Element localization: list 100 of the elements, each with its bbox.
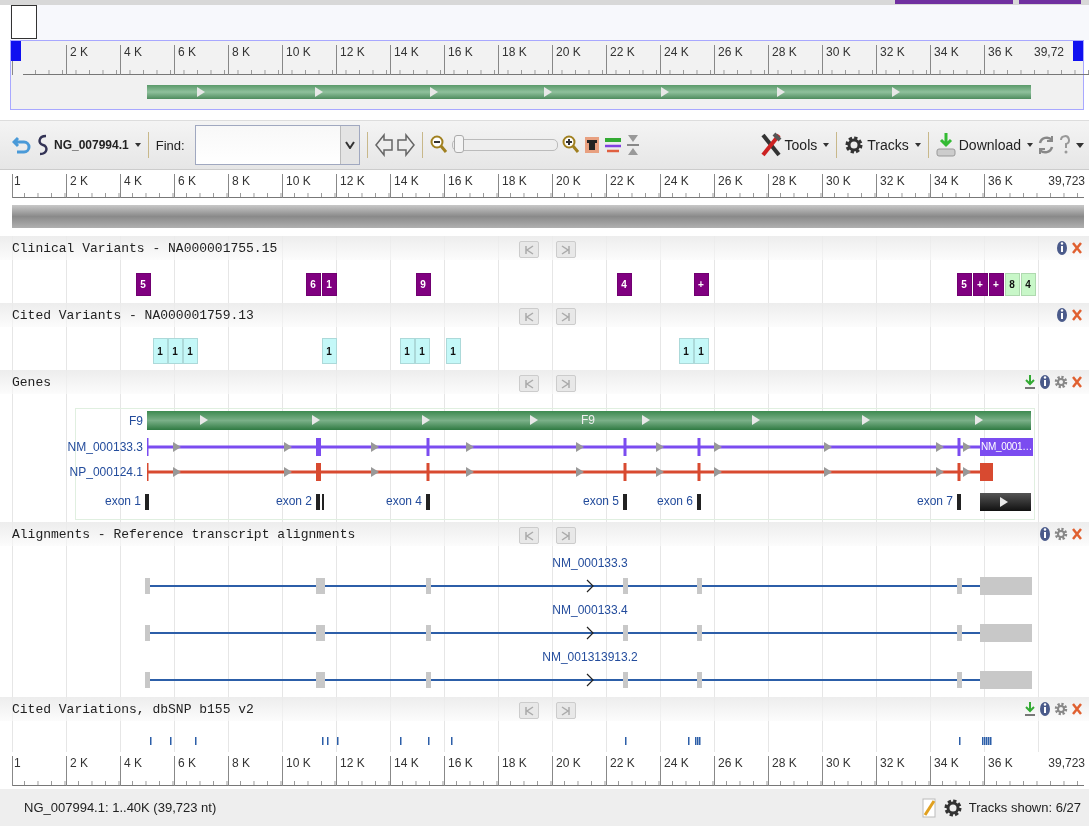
exon-label: exon 2 xyxy=(275,494,312,508)
exon-block[interactable] xyxy=(980,493,1031,511)
ruler-label: 39,723 xyxy=(1047,174,1085,188)
variant-marker[interactable]: 9 xyxy=(415,273,431,296)
arrow-icon xyxy=(752,415,760,425)
previous-button[interactable] xyxy=(519,308,539,325)
ruler-label: 26 K xyxy=(717,756,743,770)
skip-back-icon xyxy=(524,311,534,322)
variant-marker[interactable]: 1 xyxy=(445,338,461,364)
ruler-label: 6 K xyxy=(177,174,196,188)
ruler-label: 8 K xyxy=(231,45,250,59)
close-icon[interactable] xyxy=(1071,374,1083,390)
ruler-label: 4 K xyxy=(123,756,142,770)
next-button[interactable] xyxy=(556,527,576,544)
transcript-drawing[interactable] xyxy=(147,437,980,457)
variant-marker[interactable]: + xyxy=(972,273,988,296)
variant-marker[interactable]: 5 xyxy=(135,273,151,296)
arrow-icon xyxy=(1000,497,1008,507)
close-icon[interactable] xyxy=(1071,526,1083,542)
zoom-out-icon[interactable] xyxy=(429,135,448,155)
ruler-label: 22 K xyxy=(609,45,635,59)
info-icon[interactable] xyxy=(1039,526,1051,542)
track-title: Genes xyxy=(12,374,51,390)
track-title: Alignments - Reference transcript alignments xyxy=(12,526,356,542)
previous-button[interactable] xyxy=(519,702,539,719)
exon-label: exon 4 xyxy=(385,494,422,508)
arrow-icon xyxy=(312,415,320,425)
alignment-label[interactable]: NM_000133.4 xyxy=(490,603,690,617)
protein-label[interactable]: NP_000124.1 xyxy=(69,462,143,482)
ruler-label: 24 K xyxy=(663,45,689,59)
ruler-label: 28 K xyxy=(771,756,797,770)
ruler-label: 6 K xyxy=(177,45,196,59)
collapse-icon[interactable] xyxy=(625,134,640,156)
pan-left-button[interactable] xyxy=(374,133,393,157)
ruler-label: 12 K xyxy=(339,174,365,188)
variant-marker[interactable]: 5 xyxy=(956,273,972,296)
zoom-in-icon[interactable] xyxy=(561,135,580,155)
sequence-menu[interactable]: NG_007994.1 xyxy=(54,138,141,152)
info-icon[interactable] xyxy=(1039,374,1051,390)
ruler-label: 24 K xyxy=(663,756,689,770)
ruler-label: 2 K xyxy=(69,45,88,59)
variant-marker[interactable]: 1 xyxy=(321,273,337,296)
alignment-label[interactable]: NM_001313913.2 xyxy=(490,650,690,664)
variant-marker[interactable]: + xyxy=(693,273,709,296)
ruler-label: 14 K xyxy=(393,45,419,59)
arrow-icon xyxy=(314,87,323,97)
toolbar-menu[interactable]: Tools xyxy=(759,132,830,158)
toolbar-menu[interactable]: Tracks xyxy=(844,134,921,156)
close-icon[interactable] xyxy=(1071,307,1083,323)
caret-icon[interactable] xyxy=(1075,140,1085,150)
toolbar-menu[interactable]: Download xyxy=(935,132,1033,158)
ruler-label: 16 K xyxy=(447,756,473,770)
arrow-icon xyxy=(422,415,430,425)
ruler-label: 36 K xyxy=(987,756,1013,770)
chain-icon[interactable] xyxy=(36,133,50,157)
alignment-label[interactable]: NM_000133.3 xyxy=(490,556,690,570)
ruler-label: 10 K xyxy=(285,174,311,188)
pan-right-button[interactable] xyxy=(396,133,415,157)
variant-marker[interactable]: 4 xyxy=(1020,273,1036,296)
alignment-drawing[interactable] xyxy=(145,576,1035,596)
variant-marker[interactable]: 4 xyxy=(616,273,632,296)
variant-marker[interactable]: + xyxy=(988,273,1004,296)
variant-marker[interactable]: 1 xyxy=(321,338,337,364)
ruler-label: 4 K xyxy=(123,174,142,188)
download-icon[interactable] xyxy=(1024,374,1036,390)
previous-button[interactable] xyxy=(519,375,539,392)
variant-marker[interactable]: 1 xyxy=(399,338,415,364)
alignment-drawing[interactable] xyxy=(145,623,1035,643)
next-button[interactable] xyxy=(556,241,576,258)
next-button[interactable] xyxy=(556,702,576,719)
gene-label[interactable]: F9 xyxy=(129,411,143,431)
variant-marker[interactable]: 8 xyxy=(1004,273,1020,296)
ruler-label: 18 K xyxy=(501,45,527,59)
next-button[interactable] xyxy=(556,375,576,392)
alignment-drawing[interactable] xyxy=(145,670,1035,690)
skip-forward-icon xyxy=(561,311,571,322)
ruler-label: 26 K xyxy=(717,45,743,59)
info-icon[interactable] xyxy=(1056,240,1068,256)
gene-label: F9 xyxy=(581,413,595,427)
pencil-icon[interactable] xyxy=(920,796,937,819)
close-icon[interactable] xyxy=(1071,701,1083,717)
arrow-icon xyxy=(661,87,670,97)
sequence-icon[interactable] xyxy=(583,135,600,155)
transcript-label[interactable]: NM_000133.3 xyxy=(67,437,143,457)
variant-marker[interactable]: 1 xyxy=(152,338,168,364)
info-icon[interactable] xyxy=(1056,307,1068,323)
next-button[interactable] xyxy=(556,308,576,325)
find-field[interactable] xyxy=(194,125,360,165)
variant-marker[interactable]: 6 xyxy=(305,273,321,296)
variant-marker[interactable]: 1 xyxy=(678,338,694,364)
refresh-icon[interactable] xyxy=(1037,133,1055,157)
previous-button[interactable] xyxy=(519,527,539,544)
transcript-tag[interactable]: NM_0001… xyxy=(980,438,1033,456)
info-icon[interactable] xyxy=(1039,701,1051,717)
track-layout-icon[interactable] xyxy=(603,135,622,155)
ruler-label: 20 K xyxy=(555,45,581,59)
previous-button[interactable] xyxy=(519,241,539,258)
download-icon[interactable] xyxy=(1024,701,1036,717)
close-icon[interactable] xyxy=(1071,240,1083,256)
region-bar[interactable] xyxy=(12,205,1084,228)
